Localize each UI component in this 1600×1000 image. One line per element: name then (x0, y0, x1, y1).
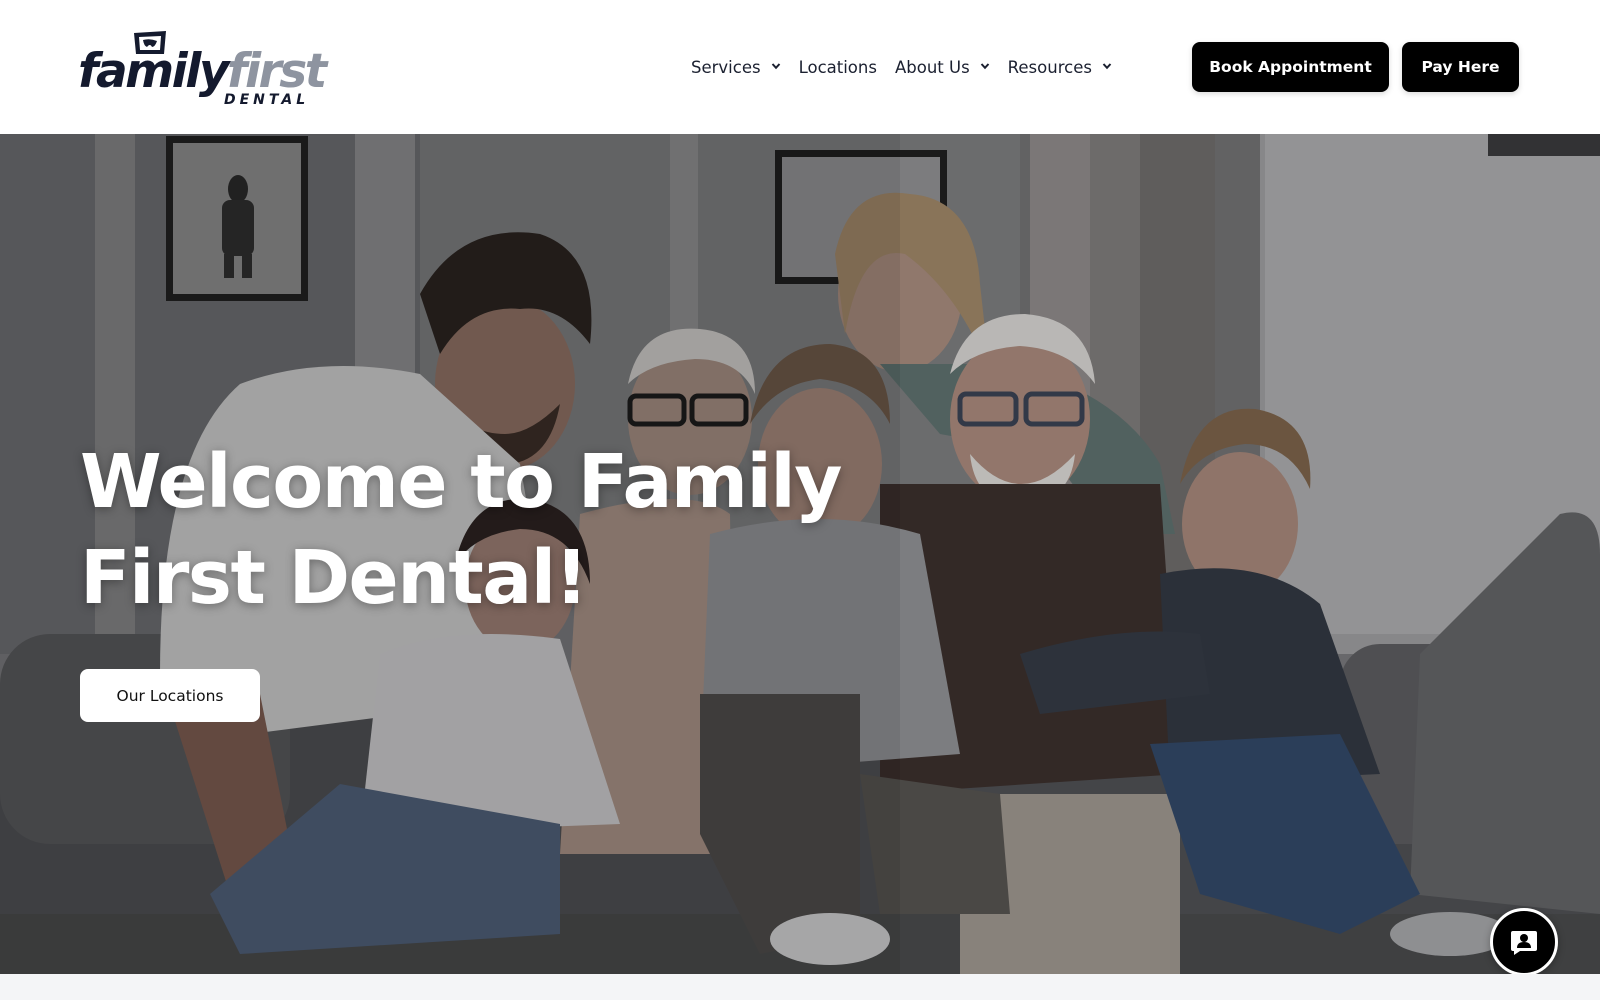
main-nav: Services Locations About Us Resources (691, 54, 1130, 80)
nav-item-locations[interactable]: Locations (799, 58, 877, 77)
hero-section: Welcome to Family First Dental! Our Loca… (0, 134, 1600, 974)
nav-item-label: Resources (1007, 57, 1092, 77)
chevron-down-icon (1102, 63, 1112, 70)
logo-subtitle: DENTAL (224, 92, 310, 108)
chevron-down-icon (980, 63, 989, 70)
chat-widget-button[interactable] (1490, 908, 1558, 976)
nav-item-resources[interactable]: Resources (1008, 58, 1112, 77)
hero-heading-line-2: First Dental! (80, 535, 588, 621)
family-first-dental-logo[interactable]: familyfirst DENTAL (78, 26, 328, 108)
nav-item-label: Locations (798, 57, 877, 77)
logo-wordmark: familyfirst (78, 44, 327, 99)
nav-item-about-us[interactable]: About Us (895, 58, 990, 77)
nav-item-label: About Us (894, 57, 970, 77)
page-bottom-strip (0, 974, 1600, 1000)
chevron-down-icon (771, 63, 780, 70)
hero-heading: Welcome to Family First Dental! (80, 434, 940, 626)
hero-heading-line-1: Welcome to Family (80, 439, 843, 525)
site-header: familyfirst DENTAL Services Locations Ab… (0, 0, 1600, 134)
nav-item-label: Services (691, 57, 761, 77)
pay-here-button[interactable]: Pay Here (1402, 42, 1519, 92)
book-appointment-button[interactable]: Book Appointment (1192, 42, 1389, 92)
chat-contact-icon (1511, 931, 1537, 955)
nav-item-services[interactable]: Services (691, 58, 781, 77)
our-locations-button[interactable]: Our Locations (80, 669, 260, 722)
